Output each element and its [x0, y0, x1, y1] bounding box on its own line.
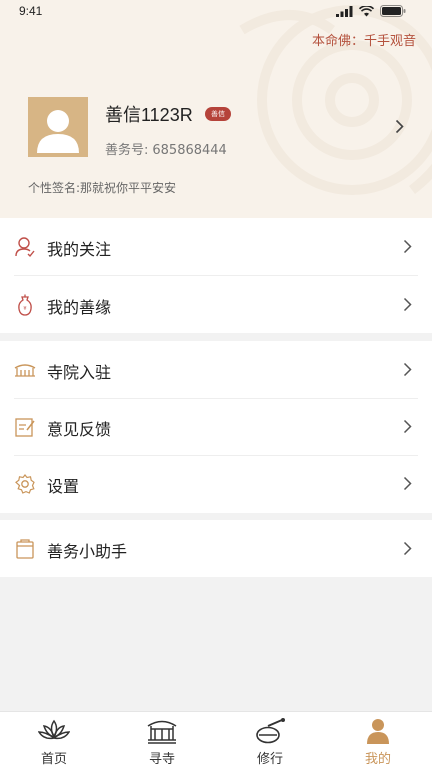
benming-buddha-label[interactable]: 本命佛：千手观音	[312, 30, 416, 49]
menu-item-settings[interactable]: 设置	[0, 455, 432, 512]
member-id-value: 685868444	[152, 143, 227, 158]
temple-icon	[14, 364, 36, 377]
menu-group-service: 寺院入驻 意见反馈 设置	[0, 341, 432, 513]
avatar[interactable]	[28, 97, 88, 157]
tab-home[interactable]: 首页	[0, 712, 108, 768]
menu-item-label: 设置	[47, 477, 80, 496]
nickname: 善信1123R	[105, 105, 193, 125]
profile-card[interactable]: 善信1123R 善信 善务号: 685868444	[28, 97, 418, 159]
chevron-right-icon	[403, 476, 412, 491]
menu-item-follow[interactable]: 我的关注	[0, 218, 432, 275]
chevron-right-icon	[403, 419, 412, 434]
lotus-icon	[38, 719, 70, 740]
tab-label: 首页	[40, 752, 67, 767]
wifi-icon	[359, 5, 374, 16]
status-icons	[336, 5, 406, 17]
bottom-tab-bar: 首页 寻寺 修行 我的	[0, 711, 432, 768]
menu-item-label: 善务小助手	[47, 542, 128, 561]
signature: 个性签名:那就祝你平平安安	[28, 181, 177, 195]
profile-header: 9:41 本命佛：千手观音 善信1123R 善信 善务号: 685868444 …	[0, 0, 432, 218]
signal-icon	[336, 5, 353, 17]
menu-item-label: 寺院入驻	[47, 363, 112, 382]
menu-group-assistant: 善务小助手	[0, 520, 432, 577]
member-id-label: 善务号:	[105, 143, 149, 158]
default-avatar-icon	[37, 110, 79, 153]
battery-icon	[380, 5, 406, 17]
user-follow-icon	[15, 237, 35, 258]
menu-item-label: 意见反馈	[47, 420, 112, 439]
menu-item-feedback[interactable]: 意见反馈	[0, 398, 432, 455]
assistant-book-icon	[16, 539, 34, 559]
person-icon	[367, 719, 389, 744]
menu-item-assistant[interactable]: 善务小助手	[0, 520, 432, 577]
menu-item-karma[interactable]: ¥ 我的善缘	[0, 276, 432, 333]
tab-label: 修行	[256, 752, 283, 767]
member-id-row: 善务号: 685868444	[105, 139, 227, 158]
tab-mine[interactable]: 我的	[324, 712, 432, 768]
feedback-edit-icon	[15, 418, 35, 437]
status-bar: 9:41	[0, 0, 432, 22]
incense-bag-icon: ¥	[18, 294, 32, 316]
chevron-right-icon	[403, 239, 412, 254]
menu-item-temple-join[interactable]: 寺院入驻	[0, 341, 432, 398]
gear-icon	[15, 474, 35, 494]
tab-label: 我的	[364, 752, 391, 767]
chevron-right-icon	[403, 297, 412, 312]
temple-icon	[147, 720, 177, 744]
chevron-right-icon	[403, 541, 412, 556]
menu-item-label: 我的善缘	[47, 298, 112, 317]
menu-item-label: 我的关注	[47, 240, 112, 259]
wooden-fish-icon	[256, 718, 285, 744]
svg-text:¥: ¥	[23, 306, 26, 312]
chevron-right-icon[interactable]	[395, 119, 404, 134]
status-time: 9:41	[19, 4, 43, 18]
tab-find-temple[interactable]: 寻寺	[108, 712, 216, 768]
status-badge: 善信	[205, 107, 231, 121]
tab-practice[interactable]: 修行	[216, 712, 324, 768]
tab-label: 寻寺	[148, 752, 175, 767]
menu-group-social: 我的关注 ¥ 我的善缘	[0, 218, 432, 333]
chevron-right-icon	[403, 362, 412, 377]
